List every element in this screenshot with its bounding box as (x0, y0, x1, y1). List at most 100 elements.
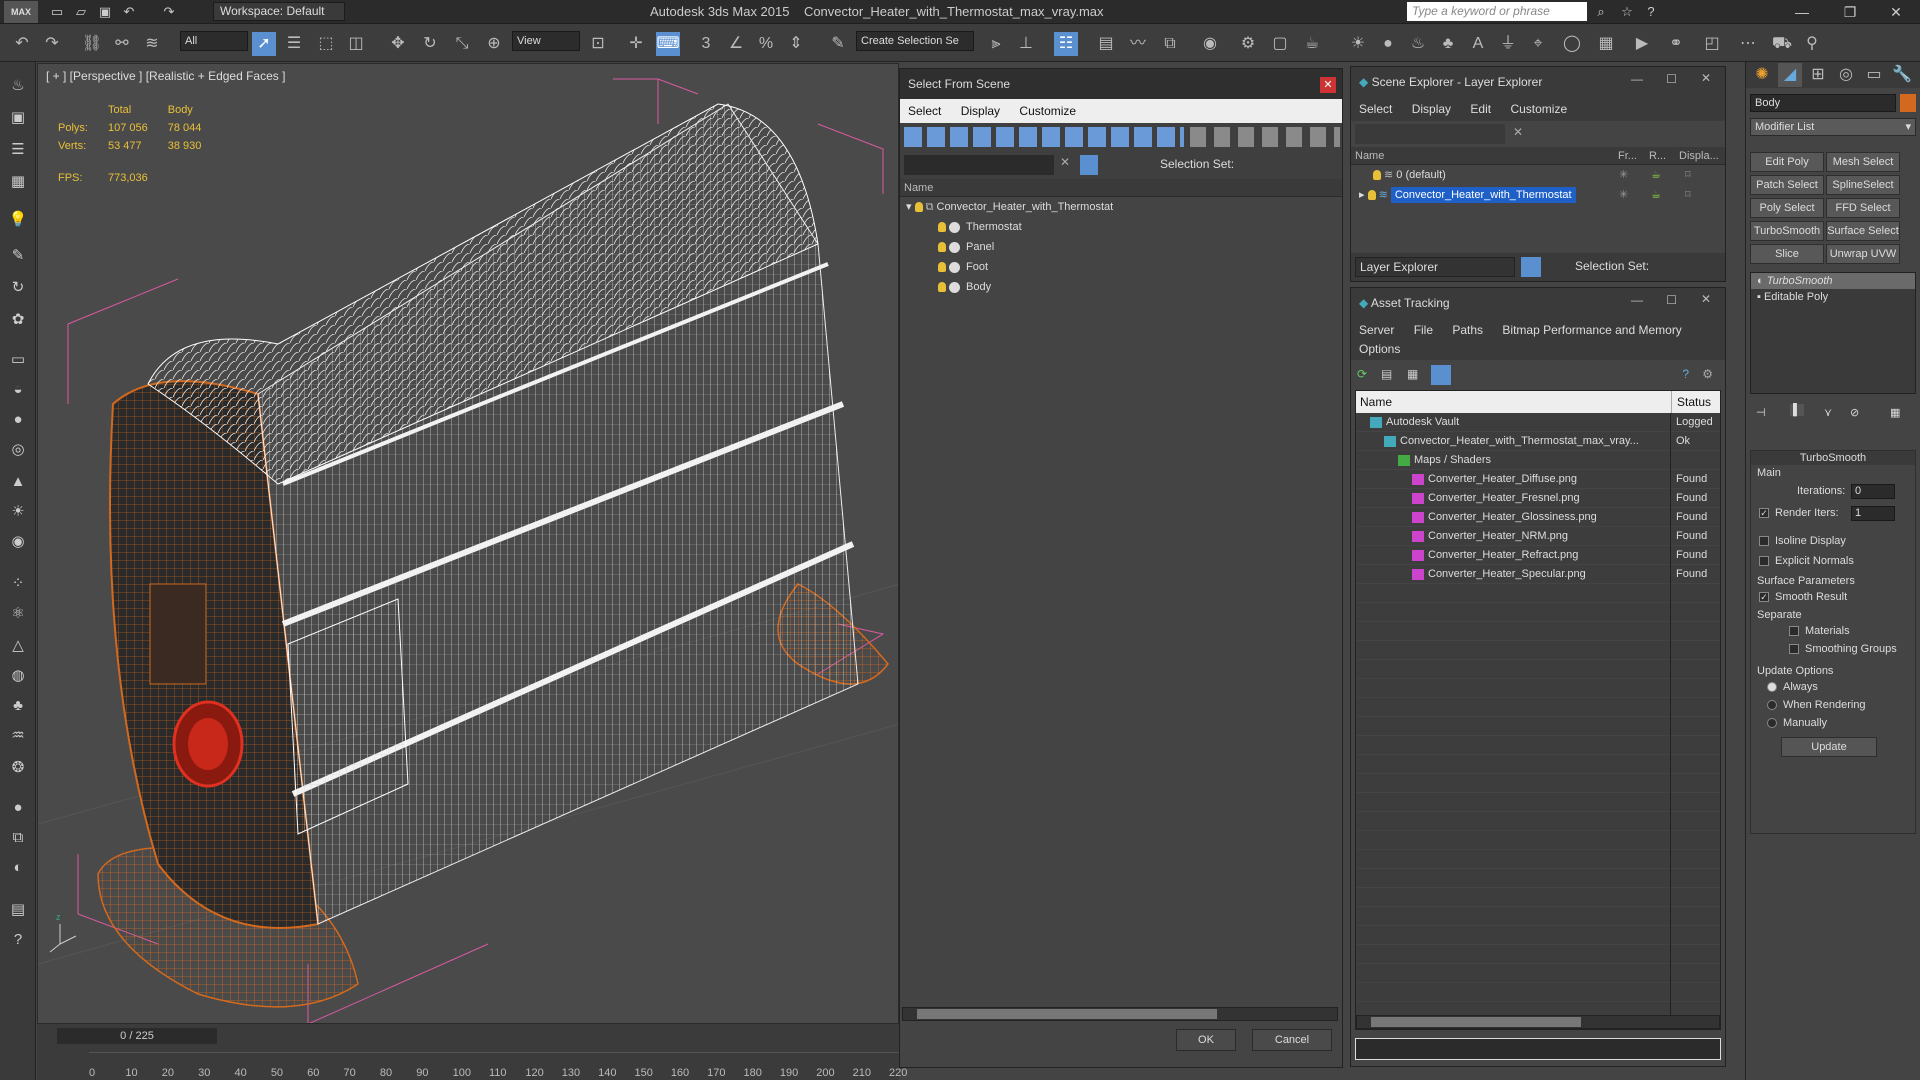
ok-button[interactable]: OK (1176, 1029, 1236, 1051)
find-input[interactable] (1355, 124, 1505, 144)
tree-item[interactable]: Foot (900, 257, 1342, 277)
surface-select-button[interactable]: Surface Select (1826, 221, 1900, 241)
stack-item-selected[interactable]: ◐ TurboSmooth (1751, 273, 1915, 289)
filter-buttons[interactable] (904, 127, 1184, 147)
unlink-icon[interactable]: ⚯ (110, 32, 134, 56)
render-icon[interactable]: ☕ (1651, 185, 1661, 205)
remove-modifier-icon[interactable]: ⊘ (1850, 406, 1859, 419)
dome-icon[interactable]: ◒ (6, 378, 30, 402)
mirror-icon[interactable]: ⫸ (984, 32, 1008, 56)
undo-icon[interactable]: ↶ (120, 3, 138, 21)
light-bulb-icon[interactable] (914, 202, 923, 213)
menu-file[interactable]: File (1406, 318, 1441, 342)
help-icon[interactable]: ? (1642, 3, 1660, 21)
toggle-ribbon-icon[interactable]: ▤ (1094, 32, 1118, 56)
modifier-list-dropdown[interactable]: Modifier List ▾ (1750, 118, 1916, 136)
plant-icon[interactable]: ♣ (1436, 32, 1460, 56)
column-name[interactable]: Name (900, 179, 1342, 197)
column-display[interactable]: Displa... (1679, 147, 1719, 165)
tree-item[interactable]: Panel (900, 237, 1342, 257)
sun-icon[interactable]: ☀ (6, 500, 30, 524)
asset-row[interactable]: Converter_Heater_NRM.png Found (1356, 527, 1720, 546)
cone-icon[interactable]: ▲ (6, 470, 30, 494)
column-status[interactable]: Status (1671, 391, 1711, 413)
light-bulb-icon[interactable] (1367, 190, 1376, 201)
mesh-select-button[interactable]: Mesh Select (1826, 152, 1900, 172)
column-name[interactable]: Name (1356, 395, 1392, 409)
list-view-icon[interactable]: ▤ (1381, 367, 1392, 381)
create-tab-icon[interactable]: ✺ (1750, 63, 1774, 87)
display-icon[interactable]: ⌑ (1685, 165, 1691, 185)
hair-icon[interactable]: ♒ (6, 724, 30, 748)
asset-row[interactable]: Converter_Heater_Glossiness.png Found (1356, 508, 1720, 527)
helper-icon[interactable]: ⏚ (1496, 32, 1520, 56)
sphere-icon[interactable]: ● (6, 408, 30, 432)
snaps-toggle-icon[interactable]: 3 (694, 32, 718, 56)
unwrap-uvw-button[interactable]: Unwrap UVW (1826, 244, 1900, 264)
patch-select-button[interactable]: Patch Select (1750, 175, 1824, 195)
hierarchy-tab-icon[interactable]: ⊞ (1806, 63, 1830, 87)
report-icon[interactable]: ▤ (6, 898, 30, 922)
maximize-icon[interactable]: ☐ (1666, 293, 1677, 307)
bone-icon[interactable]: ✎ (6, 244, 30, 268)
light-bulb-icon[interactable] (938, 222, 946, 233)
render-icon[interactable]: ▣ (6, 106, 30, 130)
workspace-dropdown[interactable]: Workspace: Default (213, 2, 345, 21)
text-icon[interactable]: A (1466, 32, 1490, 56)
asset-row[interactable]: Maps / Shaders (1356, 451, 1720, 470)
binoculars-icon[interactable]: ⌕ (1592, 3, 1610, 21)
select-by-name-icon[interactable]: ☰ (282, 32, 306, 56)
update-button[interactable]: Update (1781, 737, 1877, 757)
close-icon[interactable]: ✕ (1320, 77, 1336, 93)
menu-bitmap[interactable]: Bitmap Performance and Memory (1494, 318, 1689, 342)
minimize-icon[interactable]: — (1782, 0, 1822, 24)
star-icon[interactable]: ☆ (1618, 3, 1636, 21)
tree-item[interactable]: Body (900, 277, 1342, 297)
poly-select-button[interactable]: Poly Select (1750, 198, 1824, 218)
align-icon[interactable]: ⊥ (1014, 32, 1038, 56)
undo-icon[interactable]: ↶ (10, 32, 34, 56)
perspective-viewport[interactable]: z [ + ] [Perspective ] [Realistic + Edge… (37, 63, 899, 1024)
light-icon[interactable]: ☀ (1346, 32, 1370, 56)
globe-icon[interactable]: ◍ (6, 664, 30, 688)
spinner-snap-icon[interactable]: ⇕ (784, 32, 808, 56)
dots-icon[interactable]: ⁘ (6, 572, 30, 596)
car-icon[interactable]: ⛟ (1770, 32, 1794, 56)
clear-icon[interactable]: ✕ (1060, 155, 1070, 169)
pin-stack-icon[interactable]: ⊣ (1756, 406, 1766, 419)
rendered-frame-icon[interactable]: ▢ (1268, 32, 1292, 56)
percent-snap-icon[interactable]: % (754, 32, 778, 56)
light-bulb-icon[interactable] (938, 282, 946, 293)
teapot-icon[interactable]: ♨ (1406, 32, 1430, 56)
iterations-spinner[interactable]: 0 (1851, 484, 1895, 499)
light-bulb-icon[interactable] (938, 262, 946, 273)
manually-radio[interactable]: Manually (1767, 717, 1827, 729)
torus-icon[interactable]: ◎ (6, 438, 30, 462)
asset-row[interactable]: Converter_Heater_Fresnel.png Found (1356, 489, 1720, 508)
make-unique-icon[interactable]: ⋎ (1824, 406, 1832, 419)
asset-row[interactable]: Converter_Heater_Refract.png Found (1356, 546, 1720, 565)
menu-edit[interactable]: Edit (1462, 97, 1499, 121)
ring-icon[interactable]: ◯ (1560, 32, 1584, 56)
modify-tab-icon[interactable]: ◢ (1778, 63, 1802, 87)
ball-icon[interactable]: ◉ (6, 530, 30, 554)
close-icon[interactable]: ✕ (1701, 71, 1711, 85)
minimize-icon[interactable]: — (1631, 72, 1643, 86)
explicit-normals-checkbox[interactable]: Explicit Normals (1759, 555, 1854, 567)
planet-icon[interactable]: ◐ (6, 856, 30, 880)
ffd-select-button[interactable]: FFD Select (1826, 198, 1900, 218)
schematic-view-icon[interactable]: ⧉ (1158, 32, 1182, 56)
cube-icon[interactable]: ▦ (1594, 32, 1618, 56)
table-view-icon[interactable]: ▦ (1407, 367, 1418, 381)
menu-customize[interactable]: Customize (1011, 99, 1084, 123)
slice-button[interactable]: Slice (1750, 244, 1824, 264)
utilities-tab-icon[interactable]: 🔧 (1890, 63, 1914, 87)
teapot-icon[interactable]: ♨ (6, 74, 30, 98)
view-icon[interactable]: ▶ (1630, 32, 1654, 56)
rotate-icon[interactable]: ↻ (418, 32, 442, 56)
path-input[interactable] (1355, 1038, 1721, 1060)
always-radio[interactable]: Always (1767, 681, 1818, 693)
explorer-type-dropdown[interactable]: Layer Explorer (1355, 257, 1515, 277)
layer-row[interactable]: ≋ 0 (default) ✳ ☕ ⌑ (1351, 165, 1725, 185)
settings-icon[interactable]: ⚙ (1702, 367, 1713, 381)
